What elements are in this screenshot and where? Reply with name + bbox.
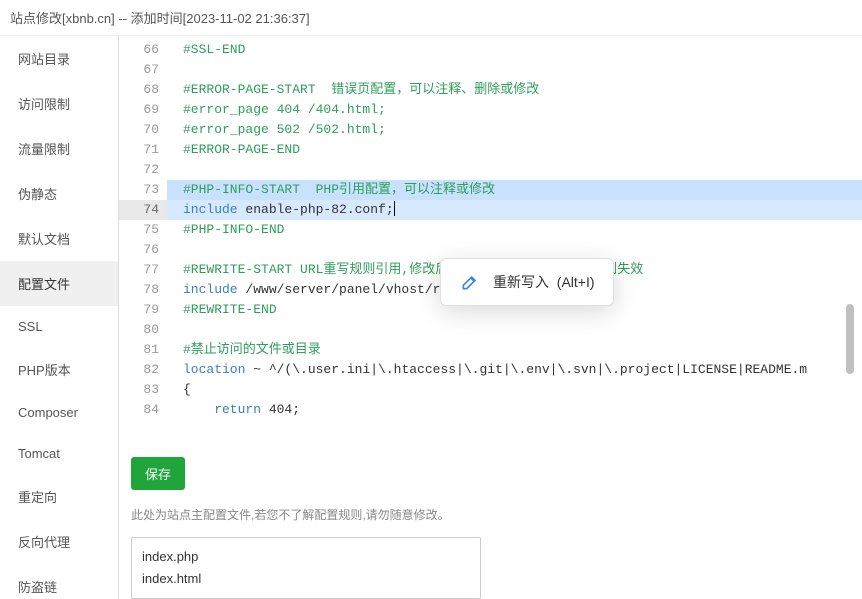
line-number: 82 [119,360,159,380]
tooltip-text: 重新写入 (Alt+I) [493,272,595,292]
main-layout: 网站目录访问限制流量限制伪静态默认文档配置文件SSLPHP版本ComposerT… [0,36,862,599]
code-line[interactable]: { [183,380,862,400]
pencil-icon [459,271,481,293]
editor-wrap: 66676869707172737475767778798081828384 #… [118,36,862,447]
line-gutter: 66676869707172737475767778798081828384 [119,36,167,420]
code-line[interactable] [183,160,862,180]
sidebar-item-4[interactable]: 默认文档 [0,216,118,261]
code-line[interactable]: #error_page 502 /502.html; [183,120,862,140]
sidebar-item-10[interactable]: 重定向 [0,474,118,519]
sidebar-item-9[interactable]: Tomcat [0,433,118,474]
code-line[interactable]: return 404; [183,400,862,420]
code-line[interactable]: #ERROR-PAGE-START 错误页配置，可以注释、删除或修改 [183,80,862,100]
sidebar-item-8[interactable]: Composer [0,392,118,433]
line-number: 67 [119,60,159,80]
scrollbar[interactable] [844,34,854,597]
code-body[interactable]: #SSL-END #ERROR-PAGE-START 错误页配置，可以注释、删除… [167,36,862,420]
line-number: 84 [119,400,159,420]
line-number: 83 [119,380,159,400]
sidebar-item-3[interactable]: 伪静态 [0,171,118,216]
code-line[interactable] [183,320,862,340]
line-number: 77 [119,260,159,280]
window-title: 站点修改[xbnb.cn] -- 添加时间[2023-11-02 21:36:3… [0,0,862,36]
line-number: 74 [119,200,167,220]
line-number: 69 [119,100,159,120]
line-number: 81 [119,340,159,360]
sidebar: 网站目录访问限制流量限制伪静态默认文档配置文件SSLPHP版本ComposerT… [0,36,118,599]
sidebar-item-7[interactable]: PHP版本 [0,347,118,392]
code-line[interactable]: #error_page 404 /404.html; [183,100,862,120]
sidebar-item-2[interactable]: 流量限制 [0,126,118,171]
code-line[interactable]: location ~ ^/(\.user.ini|\.htaccess|\.gi… [183,360,862,380]
line-number: 79 [119,300,159,320]
line-number: 70 [119,120,159,140]
line-number: 68 [119,80,159,100]
sidebar-item-12[interactable]: 防盗链 [0,564,118,599]
config-hint: 此处为站点主配置文件,若您不了解配置规则,请勿随意修改。 [131,506,850,523]
content-area: 66676869707172737475767778798081828384 #… [118,36,862,599]
sidebar-item-6[interactable]: SSL [0,306,118,347]
default-doc-item: index.php [142,546,470,568]
code-line[interactable] [183,240,862,260]
code-line[interactable] [183,60,862,80]
editor-footer: 保存 此处为站点主配置文件,若您不了解配置规则,请勿随意修改。 index.ph… [118,447,862,599]
sidebar-item-0[interactable]: 网站目录 [0,36,118,81]
code-line[interactable]: #SSL-END [183,40,862,60]
line-number: 73 [119,180,159,200]
code-line[interactable]: #禁止访问的文件或目录 [183,340,862,360]
code-line[interactable]: #PHP-INFO-END [183,220,862,240]
rewrite-tooltip[interactable]: 重新写入 (Alt+I) [440,258,614,306]
line-number: 76 [119,240,159,260]
sidebar-item-11[interactable]: 反向代理 [0,519,118,564]
sidebar-item-1[interactable]: 访问限制 [0,81,118,126]
save-button[interactable]: 保存 [131,457,185,490]
code-line[interactable]: include enable-php-82.conf; [167,200,862,220]
code-editor[interactable]: 66676869707172737475767778798081828384 #… [119,36,862,447]
code-line[interactable]: #PHP-INFO-START PHP引用配置，可以注释或修改 [167,180,862,200]
default-docs-box[interactable]: index.phpindex.html [131,537,481,599]
line-number: 71 [119,140,159,160]
scrollbar-thumb[interactable] [846,304,854,374]
line-number: 75 [119,220,159,240]
line-number: 66 [119,40,159,60]
line-number: 80 [119,320,159,340]
code-line[interactable]: #ERROR-PAGE-END [183,140,862,160]
default-doc-item: index.html [142,568,470,590]
line-number: 78 [119,280,159,300]
sidebar-item-5[interactable]: 配置文件 [0,261,118,306]
line-number: 72 [119,160,159,180]
